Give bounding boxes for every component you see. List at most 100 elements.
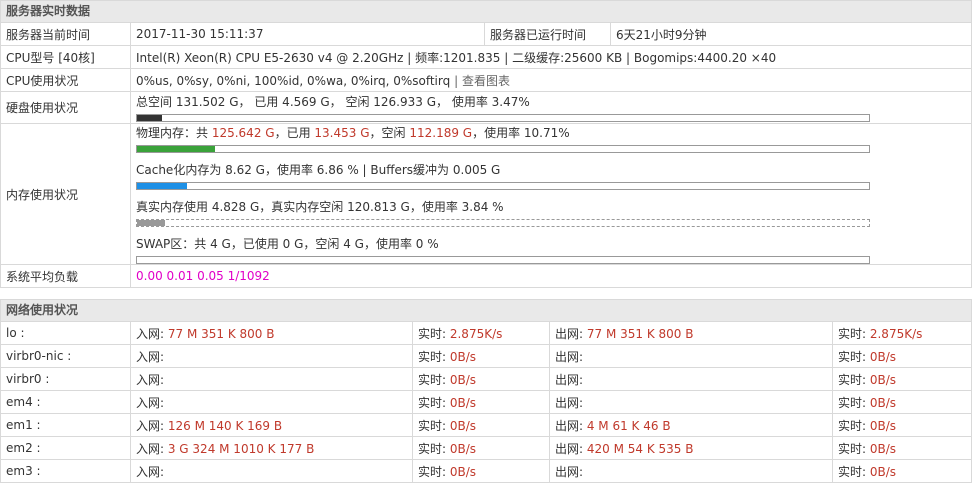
physical-memory-text: 物理内存：共 125.642 G，已用 13.453 G，空闲 112.189 … <box>136 124 971 142</box>
inbound-realtime-value: 0B/s <box>449 418 477 433</box>
inbound-realtime-cell: 实时: 0B/s <box>412 367 550 391</box>
outbound-realtime-label: 实时: <box>838 441 870 456</box>
outbound-realtime-value: 0B/s <box>869 418 897 433</box>
outbound-realtime-cell: 实时: 0B/s <box>832 344 972 368</box>
real-memory-bar-fill <box>137 220 166 226</box>
interface-name: em3 : <box>0 459 131 483</box>
disk-usage-text: 总空间 131.502 G， 已用 4.569 G， 空闲 126.933 G，… <box>136 95 530 109</box>
network-section-title: 网络使用状况 <box>0 299 972 322</box>
outbound-realtime-cell: 实时: 0B/s <box>832 367 972 391</box>
interface-name: lo : <box>0 321 131 345</box>
outbound-realtime-value: 0B/s <box>869 464 897 479</box>
inbound-realtime-value: 0B/s <box>449 372 477 387</box>
load-average-label: 系统平均负载 <box>0 264 131 288</box>
outbound-realtime-label: 实时: <box>838 326 870 341</box>
inbound-cell: 入网: 3 G 324 M 1010 K 177 B <box>130 436 413 460</box>
inbound-cell: 入网: 77 M 351 K 800 B <box>130 321 413 345</box>
outbound-label: 出网: <box>555 418 587 433</box>
swap-memory-bar <box>136 256 870 264</box>
outbound-label: 出网: <box>555 372 584 387</box>
outbound-cell: 出网: 4 M 61 K 46 B <box>549 413 833 437</box>
inbound-label: 入网: <box>136 326 168 341</box>
load-average-value: 0.00 0.01 0.05 1/1092 <box>130 264 972 288</box>
uptime-label: 服务器已运行时间 <box>484 22 611 46</box>
inbound-cell: 入网: <box>130 459 413 483</box>
outbound-label: 出网: <box>555 326 587 341</box>
outbound-realtime-label: 实时: <box>838 395 870 410</box>
inbound-realtime-value: 0B/s <box>449 395 477 410</box>
inbound-cell: 入网: <box>130 344 413 368</box>
outbound-realtime-cell: 实时: 0B/s <box>832 459 972 483</box>
inbound-realtime-label: 实时: <box>418 418 450 433</box>
interface-name: em4 : <box>0 390 131 414</box>
memory-usage-cell: 物理内存：共 125.642 G，已用 13.453 G，空闲 112.189 … <box>130 123 972 265</box>
cache-memory-text: Cache化内存为 8.62 G，使用率 6.86 % | Buffers缓冲为… <box>136 163 501 177</box>
server-time-value: 2017-11-30 15:11:37 <box>130 22 485 46</box>
inbound-realtime-cell: 实时: 0B/s <box>412 436 550 460</box>
physical-memory-free: 112.189 G <box>409 126 473 140</box>
server-section-title: 服务器实时数据 <box>0 0 972 23</box>
cpu-usage-cell: 0%us, 0%sy, 0%ni, 100%id, 0%wa, 0%irq, 0… <box>130 68 972 92</box>
uptime-value: 6天21小时9分钟 <box>610 22 972 46</box>
physical-memory-rate: ，使用率 10.71% <box>472 126 570 140</box>
inbound-realtime-label: 实时: <box>418 464 450 479</box>
outbound-realtime-value: 0B/s <box>869 395 897 410</box>
physical-memory-prefix: 物理内存：共 <box>136 126 212 140</box>
inbound-realtime-label: 实时: <box>418 326 450 341</box>
outbound-realtime-label: 实时: <box>838 372 870 387</box>
cpu-usage-separator: | <box>454 73 459 88</box>
outbound-realtime-cell: 实时: 0B/s <box>832 413 972 437</box>
outbound-realtime-label: 实时: <box>838 349 870 364</box>
network-row: em4 : 入网: 实时: 0B/s 出网: 实时: 0B/s <box>0 390 972 414</box>
physical-memory-bar <box>136 145 870 153</box>
inbound-cell: 入网: 126 M 140 K 169 B <box>130 413 413 437</box>
disk-usage-bar <box>136 114 870 122</box>
inbound-label: 入网: <box>136 464 165 479</box>
physical-memory-bar-fill <box>137 146 216 152</box>
inbound-realtime-cell: 实时: 0B/s <box>412 390 550 414</box>
outbound-value: 4 M 61 K 46 B <box>586 418 671 433</box>
outbound-label: 出网: <box>555 349 584 364</box>
outbound-realtime-value: 2.875K/s <box>869 326 923 341</box>
outbound-realtime-value: 0B/s <box>869 372 897 387</box>
outbound-cell: 出网: <box>549 459 833 483</box>
outbound-realtime-value: 0B/s <box>869 441 897 456</box>
inbound-value: 126 M 140 K 169 B <box>167 418 283 433</box>
interface-name: em1 : <box>0 413 131 437</box>
real-memory-text: 真实内存使用 4.828 G，真实内存空闲 120.813 G，使用率 3.84… <box>136 200 504 214</box>
swap-memory-text: SWAP区：共 4 G，已使用 0 G，空闲 4 G，使用率 0 % <box>136 237 439 251</box>
outbound-cell: 出网: 420 M 54 K 535 B <box>549 436 833 460</box>
outbound-label: 出网: <box>555 441 587 456</box>
inbound-realtime-value: 2.875K/s <box>449 326 503 341</box>
interface-name: em2 : <box>0 436 131 460</box>
disk-usage-bar-fill <box>137 115 163 121</box>
inbound-cell: 入网: <box>130 390 413 414</box>
inbound-realtime-label: 实时: <box>418 349 450 364</box>
outbound-value: 77 M 351 K 800 B <box>586 326 694 341</box>
view-chart-link[interactable]: 查看图表 <box>462 74 510 88</box>
network-row: em2 : 入网: 3 G 324 M 1010 K 177 B 实时: 0B/s 出… <box>0 436 972 460</box>
disk-usage-label: 硬盘使用状况 <box>0 91 131 124</box>
real-memory-bar <box>136 219 870 227</box>
server-time-label: 服务器当前时间 <box>0 22 131 46</box>
inbound-realtime-label: 实时: <box>418 441 450 456</box>
network-row: lo : 入网: 77 M 351 K 800 B 实时: 2.875K/s 出网: … <box>0 321 972 345</box>
inbound-label: 入网: <box>136 349 165 364</box>
inbound-label: 入网: <box>136 441 168 456</box>
disk-usage-cell: 总空间 131.502 G， 已用 4.569 G， 空闲 126.933 G，… <box>130 91 972 124</box>
inbound-value: 3 G 324 M 1010 K 177 B <box>167 441 315 456</box>
cache-memory-bar-fill <box>137 183 188 189</box>
outbound-label: 出网: <box>555 395 584 410</box>
interface-name: virbr0-nic : <box>0 344 131 368</box>
interface-name: virbr0 : <box>0 367 131 391</box>
outbound-cell: 出网: <box>549 344 833 368</box>
inbound-realtime-cell: 实时: 0B/s <box>412 459 550 483</box>
outbound-realtime-cell: 实时: 2.875K/s <box>832 321 972 345</box>
cpu-usage-label: CPU使用状况 <box>0 68 131 92</box>
inbound-label: 入网: <box>136 372 165 387</box>
outbound-realtime-cell: 实时: 0B/s <box>832 436 972 460</box>
network-row: em3 : 入网: 实时: 0B/s 出网: 实时: 0B/s <box>0 459 972 483</box>
physical-memory-used-label: ，已用 <box>274 126 315 140</box>
physical-memory-free-label: ，空闲 <box>369 126 410 140</box>
inbound-realtime-label: 实时: <box>418 395 450 410</box>
